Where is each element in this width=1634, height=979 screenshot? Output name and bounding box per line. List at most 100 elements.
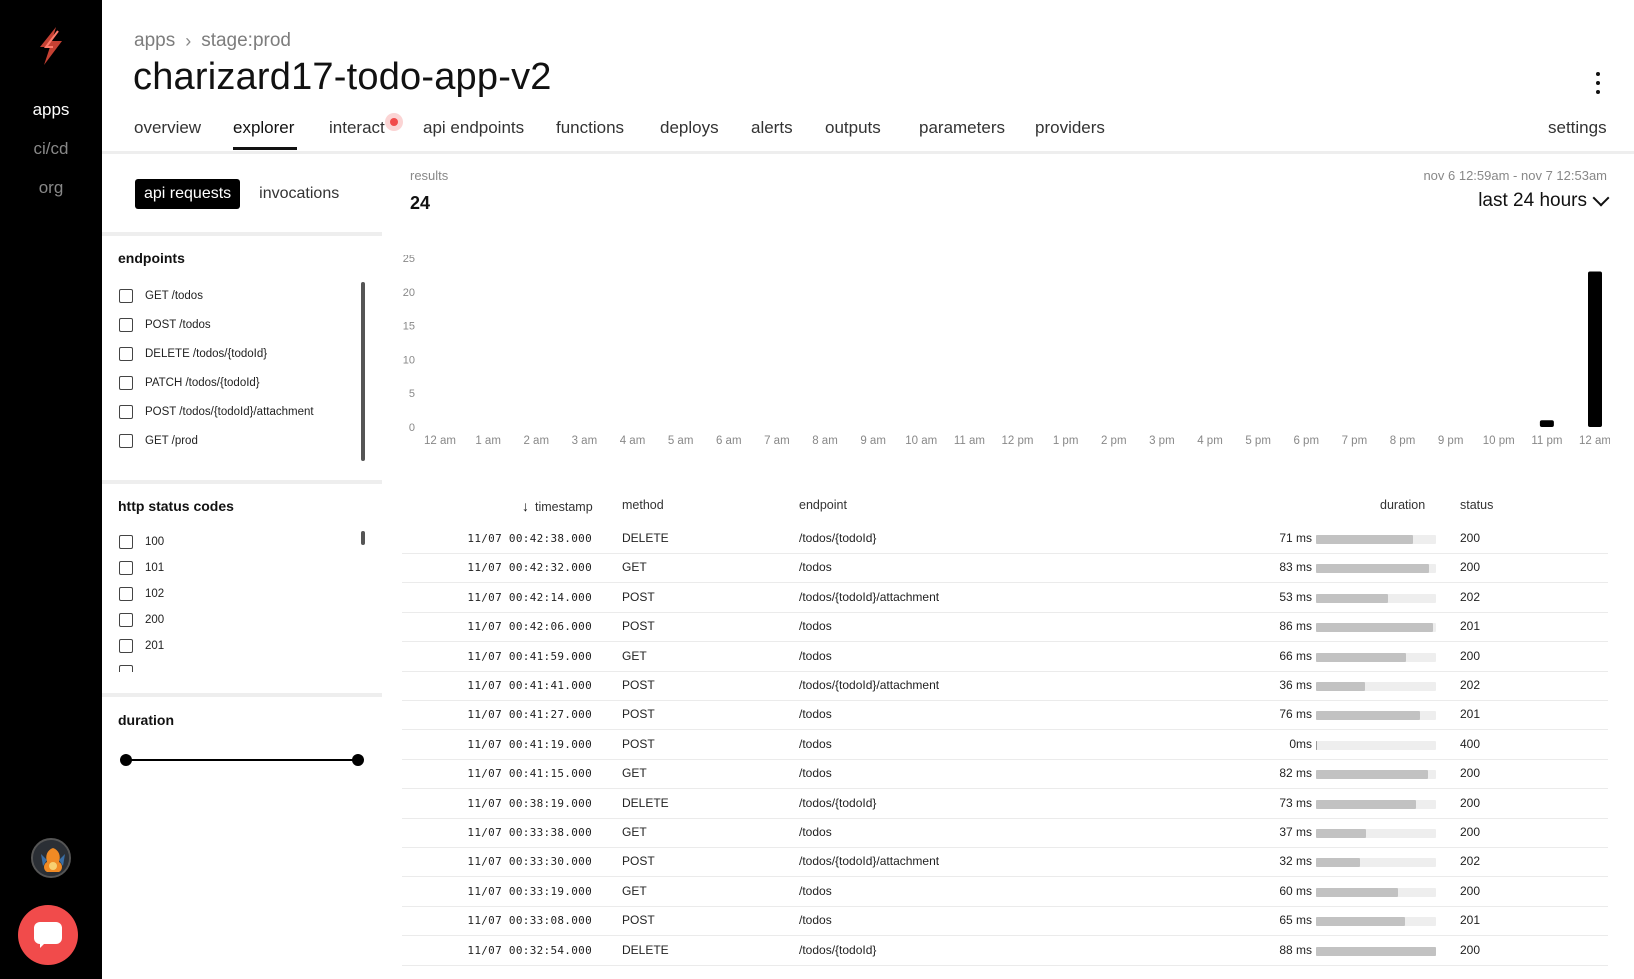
col-header-method[interactable]: method [622,498,664,512]
cell-method: POST [622,736,655,751]
checkbox[interactable] [119,376,133,390]
table-row[interactable]: 11/07 00:41:19.000 POST/todos 0ms 400 [402,730,1608,760]
status-filter-item[interactable]: 102 [119,587,164,601]
duration-bar-fill [1316,740,1317,750]
checkbox[interactable] [119,289,133,303]
endpoint-filter-item[interactable]: PATCH /todos/{todoId} [119,376,260,390]
status-filter-item[interactable]: 101 [119,561,164,575]
table-row[interactable]: 11/07 00:42:38.000 DELETE/todos/{todoId} 7… [402,524,1608,554]
histogram-bar[interactable] [1588,271,1602,427]
tab-explorer[interactable]: explorer [233,118,294,138]
panel-divider [102,480,382,484]
more-options-icon[interactable] [1594,72,1602,94]
x-tick-label: 7 pm [1342,435,1368,447]
tab-interact[interactable]: interact [329,118,385,138]
time-range-select[interactable]: last 24 hours [1478,189,1610,212]
endpoint-filter-item[interactable]: GET /todos [119,289,203,303]
checkbox[interactable] [119,434,133,448]
cell-endpoint: /todos/{todoId} [799,942,877,957]
serverless-logo-icon[interactable] [34,25,68,67]
breadcrumb-stage[interactable]: stage:prod [201,30,291,52]
tab-functions[interactable]: functions [556,118,624,138]
duration-title: duration [118,712,174,728]
table-row[interactable]: 11/07 00:33:08.000 POST/todos 65 ms 201 [402,906,1608,937]
duration-bar-fill [1316,829,1366,838]
checkbox[interactable] [119,535,133,549]
duration-slider-track[interactable] [126,759,358,761]
tab-deploys[interactable]: deploys [660,118,719,138]
x-tick-label: 8 pm [1390,435,1416,447]
tab-alerts[interactable]: alerts [751,118,793,138]
checkbox[interactable] [119,561,133,575]
col-header-endpoint[interactable]: endpoint [799,498,847,512]
cell-timestamp: 11/07 00:33:08.000 [467,914,592,928]
view-toggle: api requests invocations [135,179,348,209]
table-row[interactable]: 11/07 00:41:15.000 GET/todos 82 ms 200 [402,759,1608,790]
checkbox[interactable] [119,347,133,361]
cell-timestamp: 11/07 00:41:27.000 [467,708,592,722]
table-row[interactable]: 11/07 00:42:14.000 POST/todos/{todoId}/at… [402,583,1608,613]
table-row[interactable]: 11/07 00:41:59.000 GET/todos 66 ms 200 [402,642,1608,672]
status-scrollbar[interactable] [361,531,365,545]
tab-parameters[interactable]: parameters [919,118,1005,138]
duration-slider-min-handle[interactable] [120,754,132,766]
col-header-status[interactable]: status [1460,498,1493,512]
tab-overview[interactable]: overview [134,118,201,138]
table-row[interactable]: 11/07 00:41:41.000 POST/todos/{todoId}/at… [402,671,1608,701]
cell-timestamp: 11/07 00:38:19.000 [467,796,592,810]
endpoint-filter-item[interactable]: POST /todos [119,318,211,332]
histogram-bar[interactable] [1539,420,1554,427]
col-header-duration[interactable]: duration [1380,498,1425,512]
cell-endpoint: /todos [799,766,832,781]
endpoint-filter-item[interactable]: POST /todos/{todoId}/attachment [119,405,314,419]
cell-method: POST [622,707,655,722]
invocations-toggle[interactable]: invocations [250,179,348,209]
breadcrumb-apps[interactable]: apps [134,30,175,52]
rail-item-org[interactable]: org [0,178,102,198]
cell-method: GET [622,648,647,663]
checkbox[interactable] [119,613,133,627]
tab-api-endpoints[interactable]: api endpoints [423,118,524,138]
table-row[interactable]: 11/07 00:32:54.000 DELETE/todos/{todoId} 8… [402,936,1608,966]
duration-slider-max-handle[interactable] [352,754,364,766]
cell-method: DELETE [622,531,669,545]
cell-timestamp: 11/07 00:42:14.000 [467,590,592,604]
table-row[interactable]: 11/07 00:41:27.000 POST/todos 76 ms 201 [402,700,1608,731]
col-header-timestamp[interactable]: ↓ timestamp [522,498,593,514]
duration-bar [1316,770,1436,780]
endpoints-scrollbar[interactable] [361,282,365,461]
tab-providers[interactable]: providers [1035,118,1105,138]
rail-item-cicd[interactable]: ci/cd [0,139,102,159]
cell-endpoint: /todos [799,619,832,634]
tab-outputs[interactable]: outputs [825,118,881,138]
table-row[interactable]: 11/07 00:33:38.000 GET/todos 37 ms 200 [402,818,1608,848]
cell-status: 200 [1460,531,1481,545]
user-avatar[interactable] [31,838,71,878]
api-requests-toggle[interactable]: api requests [135,179,241,209]
endpoint-filter-item[interactable]: DELETE /todos/{todoId} [119,347,267,361]
chat-support-button[interactable] [18,905,78,965]
tab-settings[interactable]: settings [1548,118,1607,138]
status-filter-item[interactable]: 201 [119,639,164,653]
y-tick-label: 25 [403,255,415,265]
status-filter-item[interactable]: 100 [119,535,164,549]
table-row[interactable]: 11/07 00:33:19.000 GET/todos 60 ms 200 [402,877,1608,907]
table-row[interactable]: 11/07 00:33:30.000 POST/todos/{todoId}/at… [402,847,1608,878]
checkbox[interactable] [119,639,133,653]
checkbox[interactable] [119,665,133,672]
status-filter-item[interactable]: 200 [119,613,164,627]
duration-bar-fill [1316,887,1398,897]
table-row[interactable]: 11/07 00:42:06.000 POST/todos 86 ms 201 [402,612,1608,643]
checkbox[interactable] [119,318,133,332]
cell-status: 200 [1460,825,1481,839]
cell-timestamp: 11/07 00:41:41.000 [467,679,592,692]
x-tick-label: 11 pm [1531,435,1562,447]
table-row[interactable]: 11/07 00:42:32.000 GET/todos 83 ms 200 [402,553,1608,584]
endpoint-filter-item[interactable]: GET /prod [119,434,198,448]
checkbox[interactable] [119,587,133,601]
table-row[interactable]: 11/07 00:38:19.000 DELETE/todos/{todoId} 7… [402,789,1608,819]
checkbox[interactable] [119,405,133,419]
cell-timestamp: 11/07 00:42:06.000 [467,620,592,634]
rail-item-apps[interactable]: apps [0,100,102,120]
chevron-right-icon: › [185,30,192,51]
